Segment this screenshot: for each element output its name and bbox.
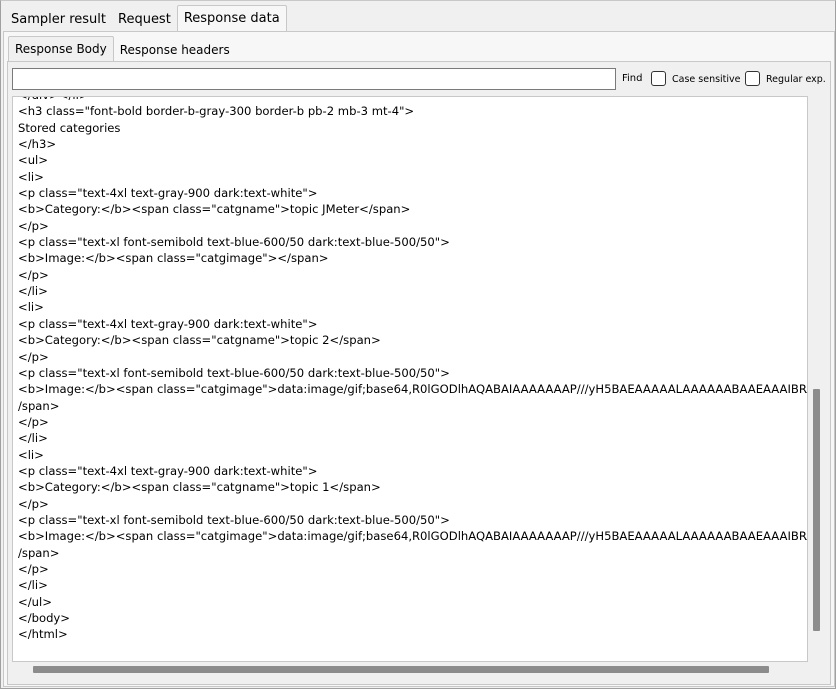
response-line: </div></li> [18, 97, 807, 103]
response-subtabs: Response Body Response headers [8, 36, 236, 61]
vertical-scrollbar-thumb[interactable] [813, 389, 820, 631]
tab-response-headers[interactable]: Response headers [114, 40, 236, 61]
response-line: </li> [18, 578, 48, 593]
response-line: </li> [18, 431, 48, 446]
response-line: </p> [18, 414, 49, 429]
response-line: /span> [18, 398, 60, 413]
response-data-panel: Response Body Response headers Find Case… [3, 31, 835, 687]
case-sensitive-checkbox[interactable] [651, 71, 666, 86]
response-line: /span> [18, 545, 60, 560]
tab-sampler-result[interactable]: Sampler result [5, 9, 112, 31]
response-line: <b>Category:</b><span class="catgname">t… [18, 333, 381, 348]
response-line: </p> [18, 349, 49, 364]
response-line: <b>Category:</b><span class="catgname">t… [18, 202, 411, 217]
response-body-text[interactable]: </div></li><h3 class="font-bold border-b… [12, 96, 808, 662]
response-body-panel: Find Case sensitive Regular exp. </div><… [7, 61, 831, 685]
horizontal-scrollbar-thumb[interactable] [33, 666, 769, 673]
response-line: <li> [18, 169, 44, 184]
response-line: <p class="text-4xl text-gray-900 dark:te… [18, 316, 318, 331]
response-line: <p class="text-xl font-semibold text-blu… [18, 512, 450, 527]
response-line: Stored categories [18, 120, 121, 135]
response-line: <b>Image:</b><span class="catgimage">dat… [18, 529, 808, 544]
response-line: <p class="text-4xl text-gray-900 dark:te… [18, 463, 318, 478]
response-line: <b>Image:</b><span class="catgimage"></s… [18, 251, 329, 266]
response-line: <p class="text-4xl text-gray-900 dark:te… [18, 186, 318, 201]
response-line: <b>Image:</b><span class="catgimage">dat… [18, 382, 808, 397]
vertical-scrollbar[interactable] [810, 96, 824, 662]
response-line: <p class="text-xl font-semibold text-blu… [18, 365, 450, 380]
find-input[interactable] [12, 68, 616, 90]
response-line: <p class="text-xl font-semibold text-blu… [18, 235, 450, 250]
response-line: </ul> [18, 594, 52, 609]
tab-response-data[interactable]: Response data [176, 5, 287, 31]
response-line: <h3 class="font-bold border-b-gray-300 b… [18, 104, 415, 119]
tab-response-body[interactable]: Response Body [8, 36, 114, 61]
tab-request[interactable]: Request [112, 9, 177, 31]
response-line: </li> [18, 284, 48, 299]
results-panel: Sampler result Request Response data Res… [0, 0, 836, 689]
response-line: <ul> [18, 153, 48, 168]
regular-exp-label: Regular exp. [766, 74, 826, 85]
response-line: <li> [18, 300, 44, 315]
result-tabs: Sampler result Request Response data [5, 5, 287, 31]
response-line: </p> [18, 218, 49, 233]
find-label[interactable]: Find [622, 73, 643, 84]
response-line: </h3> [18, 137, 57, 152]
case-sensitive-label: Case sensitive [672, 74, 741, 85]
response-body-content: </div></li><h3 class="font-bold border-b… [18, 97, 808, 643]
response-line: </p> [18, 267, 49, 282]
response-line: </p> [18, 561, 49, 576]
response-line: <li> [18, 447, 44, 462]
response-line: </html> [18, 627, 68, 642]
response-line: </body> [18, 611, 71, 625]
find-bar: Find Case sensitive Regular exp. [12, 68, 826, 92]
regular-exp-checkbox[interactable] [745, 71, 760, 86]
response-line: </p> [18, 496, 49, 511]
horizontal-scrollbar[interactable] [12, 662, 812, 676]
response-line: <b>Category:</b><span class="catgname">t… [18, 480, 381, 495]
